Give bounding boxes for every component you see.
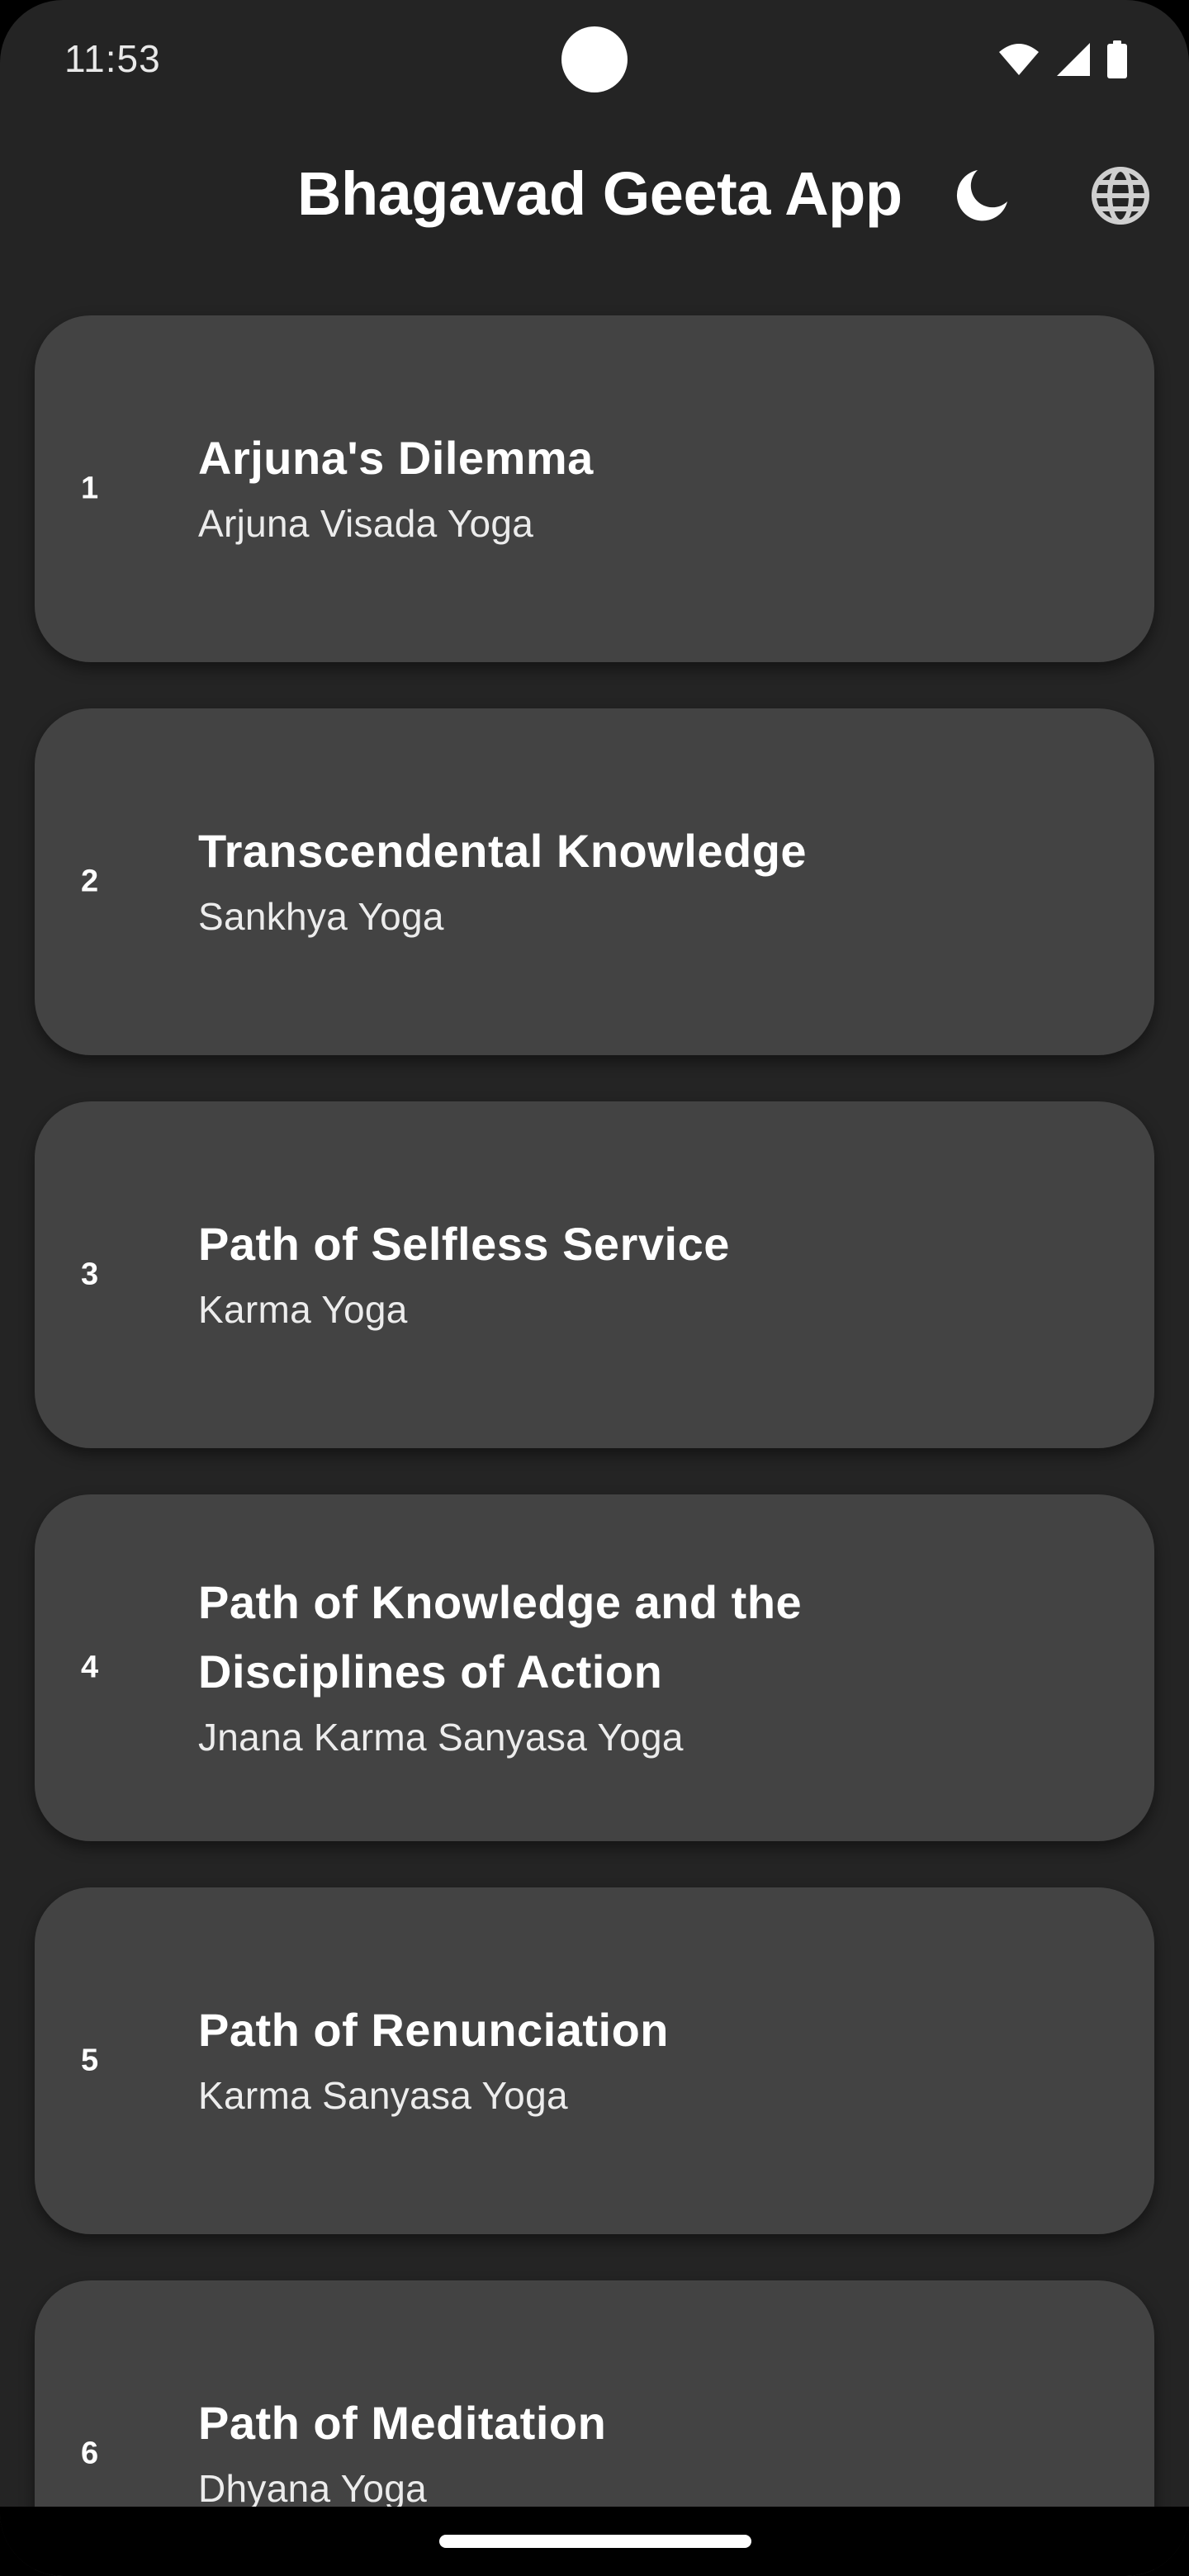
app-title: Bhagavad Geeta App <box>297 159 902 228</box>
chapter-title: Path of Meditation <box>198 2397 607 2449</box>
chapter-card[interactable]: 5 Path of Renunciation Karma Sanyasa Yog… <box>35 1887 1154 2234</box>
phone-screen: 11:53 Bhagavad Geeta App 1 Arjuna's Dile… <box>0 0 1189 2576</box>
language-button[interactable] <box>1075 152 1166 243</box>
chapter-number: 5 <box>81 2043 99 2078</box>
chapter-card[interactable]: 4 Path of Knowledge and the Disciplines … <box>35 1494 1154 1841</box>
status-time: 11:53 <box>64 37 161 80</box>
chapter-text: Path of Renunciation Karma Sanyasa Yoga <box>198 1996 1063 2126</box>
chapter-subtitle: Karma Sanyasa Yoga <box>198 2074 568 2117</box>
chapter-number: 3 <box>81 1257 99 1292</box>
chapter-title: Path of Selfless Service <box>198 1218 730 1270</box>
chapter-subtitle: Sankhya Yoga <box>198 895 444 938</box>
chapter-subtitle: Karma Yoga <box>198 1288 408 1331</box>
camera-cutout <box>561 26 628 92</box>
chapter-number: 6 <box>81 2436 99 2471</box>
chapter-text: Path of Selfless Service Karma Yoga <box>198 1210 1063 1340</box>
chapter-title: Transcendental Knowledge <box>198 825 808 877</box>
wifi-icon <box>997 42 1040 77</box>
gesture-nav-bar <box>0 2507 1189 2576</box>
chapter-card[interactable]: 3 Path of Selfless Service Karma Yoga <box>35 1101 1154 1448</box>
home-gesture-handle[interactable] <box>439 2535 751 2548</box>
chapter-title: Arjuna's Dilemma <box>198 432 594 484</box>
chapter-number: 4 <box>81 1650 99 1685</box>
chapter-number: 2 <box>81 864 99 899</box>
chapter-subtitle: Jnana Karma Sanyasa Yoga <box>198 1716 684 1759</box>
chapter-card[interactable]: 2 Transcendental Knowledge Sankhya Yoga <box>35 708 1154 1055</box>
chapter-text: Transcendental Knowledge Sankhya Yoga <box>198 817 1063 947</box>
chapter-text: Path of Knowledge and the Disciplines of… <box>198 1568 1063 1768</box>
dark-mode-toggle-button[interactable] <box>936 152 1027 243</box>
dark-mode-icon <box>953 167 1011 229</box>
status-icons <box>997 40 1128 79</box>
cell-signal-icon <box>1055 41 1092 78</box>
chapter-card[interactable]: 1 Arjuna's Dilemma Arjuna Visada Yoga <box>35 315 1154 662</box>
battery-icon <box>1106 40 1128 78</box>
chapter-title: Path of Knowledge and the Disciplines of… <box>198 1576 803 1698</box>
chapter-subtitle: Arjuna Visada Yoga <box>198 502 534 545</box>
app-bar: Bhagavad Geeta App <box>0 140 1189 256</box>
status-bar: 11:53 <box>0 0 1189 116</box>
language-globe-icon <box>1089 164 1152 231</box>
chapter-text: Path of Meditation Dhyana Yoga <box>198 2389 1063 2519</box>
chapter-text: Arjuna's Dilemma Arjuna Visada Yoga <box>198 424 1063 554</box>
chapter-title: Path of Renunciation <box>198 2004 669 2056</box>
chapter-number: 1 <box>81 471 99 506</box>
